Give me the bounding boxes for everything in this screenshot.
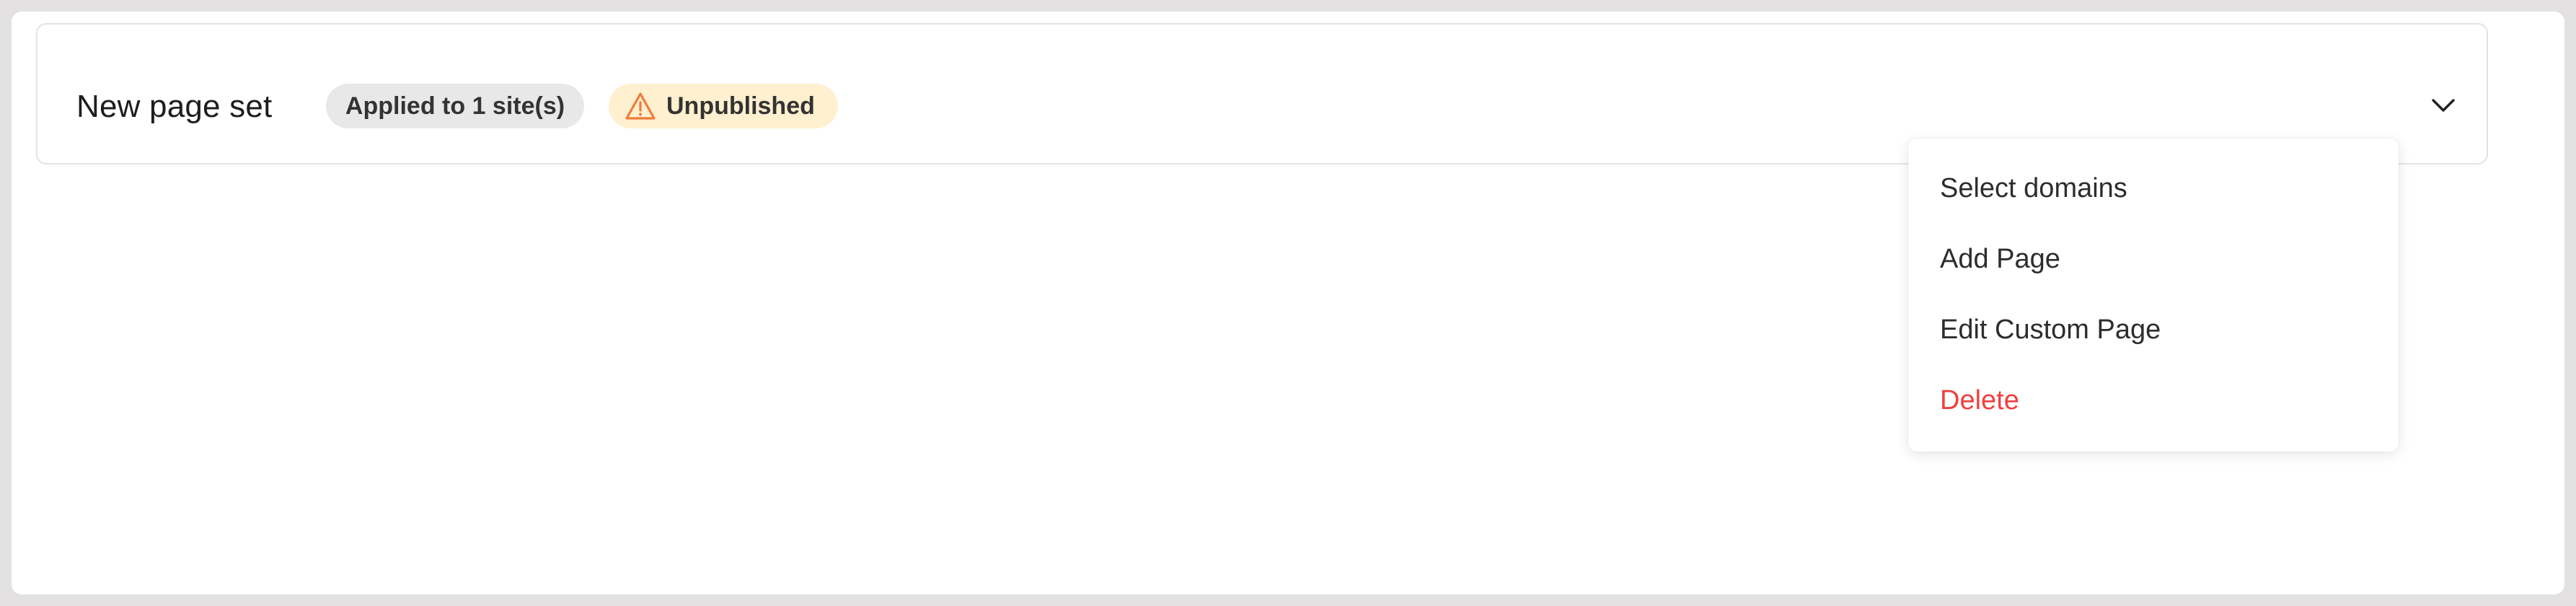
page-set-title: New page set: [76, 89, 273, 124]
menu-item-label: Add Page: [1940, 243, 2060, 274]
chevron-down-icon: [2432, 99, 2455, 112]
status-badge: Unpublished: [609, 84, 838, 128]
menu-item-edit-custom-page[interactable]: Edit Custom Page: [1908, 294, 2399, 365]
page-set-actions-menu: Select domains Add Page Edit Custom Page…: [1908, 139, 2399, 452]
expand-toggle-button[interactable]: [2429, 94, 2458, 117]
status-badge-label: Unpublished: [666, 92, 815, 120]
menu-item-label: Delete: [1940, 385, 2019, 416]
menu-item-delete[interactable]: Delete: [1908, 365, 2399, 436]
sites-applied-badge-label: Applied to 1 site(s): [345, 92, 565, 120]
menu-item-label: Select domains: [1940, 172, 2127, 203]
menu-item-add-page[interactable]: Add Page: [1908, 224, 2399, 294]
sites-applied-badge: Applied to 1 site(s): [326, 84, 584, 128]
warning-triangle-icon: [625, 92, 656, 120]
menu-item-label: Edit Custom Page: [1940, 314, 2161, 345]
menu-item-select-domains[interactable]: Select domains: [1908, 153, 2399, 224]
